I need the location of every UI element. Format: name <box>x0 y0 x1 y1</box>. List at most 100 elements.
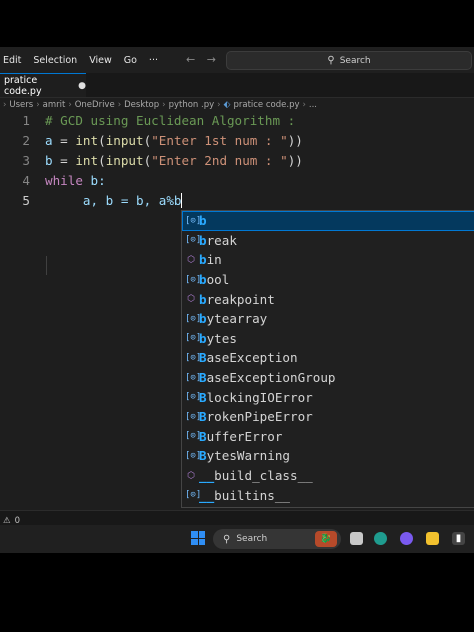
code-line-1[interactable]: # GCD using Euclidean Algorithm : <box>45 113 295 128</box>
windows-start-icon[interactable] <box>191 531 205 545</box>
line-number: 2 <box>22 133 30 148</box>
variable-symbol-icon: [⊙] <box>185 215 202 226</box>
suggestion-item[interactable]: [⊙] BaseException <box>182 348 474 368</box>
suggestion-item[interactable]: [⊙] b ool <box>182 270 474 290</box>
breadcrumb-users[interactable]: Users <box>9 100 33 110</box>
variable-symbol-icon: [⊙] <box>185 333 202 344</box>
modified-dot-icon[interactable]: ● <box>78 81 86 91</box>
suggestion-label: lockingIOError <box>206 389 313 405</box>
menu-selection[interactable]: Selection <box>27 55 83 66</box>
suggestion-item[interactable]: [⊙] BufferError <box>182 427 474 447</box>
suggestion-item[interactable]: [⊙] b <box>182 211 474 231</box>
suggestion-match: B <box>199 428 207 444</box>
suggestion-match: b <box>199 330 207 346</box>
suggestion-item[interactable]: [⊙] b reak <box>182 231 474 251</box>
copilot-icon[interactable] <box>400 532 413 545</box>
tab-label: pratice code.py <box>4 74 42 97</box>
line-number: 5 <box>22 193 30 208</box>
suggestion-match: B <box>199 350 207 366</box>
suggestion-match: b <box>199 272 207 288</box>
suggestion-label: ytearray <box>206 311 268 327</box>
suggestion-item[interactable]: ⬡ b in <box>182 250 474 270</box>
task-view-icon[interactable] <box>350 532 363 545</box>
menu-more[interactable]: ··· <box>143 55 164 66</box>
taskbar-search-label: Search <box>236 534 268 544</box>
suggestion-item[interactable]: ⬡ b reakpoint <box>182 289 474 309</box>
suggestion-match: b <box>199 311 207 327</box>
back-arrow-icon[interactable]: ← <box>186 53 195 66</box>
taskbar-search[interactable]: ⚲ Search 🐉 <box>213 529 341 549</box>
variable-symbol-icon: [⊙] <box>185 450 202 461</box>
code-line-2[interactable]: a = int(input("Enter 1st num : ")) <box>45 133 303 148</box>
suggestion-label: ytesWarning <box>206 448 290 464</box>
menu-edit[interactable]: Edit <box>0 55 27 66</box>
breadcrumb-symbols[interactable]: ... <box>309 100 317 110</box>
suggestion-label: ool <box>206 272 230 288</box>
suggestion-label: in <box>206 252 222 268</box>
suggestion-item[interactable]: [⊙] __ builtins__ <box>182 485 474 505</box>
variable-symbol-icon: [⊙] <box>185 392 202 403</box>
code-line-3[interactable]: b = int(input("Enter 2nd num : ")) <box>45 153 303 168</box>
suggestion-item[interactable]: [⊙] b ytearray <box>182 309 474 329</box>
search-label: Search <box>339 55 371 66</box>
command-center-search[interactable]: ⚲ Search <box>226 51 472 70</box>
suggestion-item[interactable]: [⊙] BlockingIOError <box>182 387 474 407</box>
module-symbol-icon: ⬡ <box>187 294 195 305</box>
variable-symbol-icon: [⊙] <box>185 235 202 246</box>
suggestion-match: B <box>199 448 207 464</box>
suggestion-label: aseExceptionGroup <box>206 370 336 386</box>
variable-symbol-icon: [⊙] <box>185 313 202 324</box>
nav-arrows: ← → <box>186 53 224 66</box>
autocomplete-list[interactable]: [⊙] b [⊙] b reak ⬡ b in [⊙] b ool ⬡ b reakpoint [⊙] b yt… <box>181 210 474 508</box>
suggestion-label: rokenPipeError <box>206 409 313 425</box>
variable-symbol-icon: [⊙] <box>185 372 202 383</box>
breadcrumb-amrit[interactable]: amrit <box>43 100 66 110</box>
module-symbol-icon: ⬡ <box>187 254 195 265</box>
suggestion-match: __ <box>199 487 215 503</box>
suggestion-label: builtins__ <box>214 487 290 503</box>
problem-count[interactable]: 0 <box>15 516 20 526</box>
suggestion-match: b <box>199 232 207 248</box>
breadcrumb-file[interactable]: pratice code.py <box>233 100 299 110</box>
suggestion-label: ytes <box>206 330 237 346</box>
code-line-4[interactable]: while b: <box>45 173 106 188</box>
text-cursor <box>181 193 183 208</box>
suggestion-label: reakpoint <box>206 291 275 307</box>
line-number: 3 <box>22 153 30 168</box>
suggestion-match: b <box>199 291 207 307</box>
suggestion-item[interactable]: [⊙] BrokenPipeError <box>182 407 474 427</box>
menu-view[interactable]: View <box>83 55 118 66</box>
breadcrumb-desktop[interactable]: Desktop <box>124 100 159 110</box>
breadcrumb-python[interactable]: python .py <box>169 100 215 110</box>
tab-pratice-code[interactable]: pratice code.py ● <box>0 73 86 97</box>
suggestion-match: __ <box>199 468 215 484</box>
suggestion-item[interactable]: [⊙] BytesWarning <box>182 446 474 466</box>
warning-icon[interactable]: ⚠ <box>3 516 11 526</box>
comment: # GCD using Euclidean Algorithm : <box>45 113 296 128</box>
variable-symbol-icon: [⊙] <box>185 352 202 363</box>
windows-taskbar: ⚲ Search 🐉 ▮ <box>0 525 474 553</box>
menu-go[interactable]: Go <box>118 55 143 66</box>
suggestion-label: ufferError <box>206 428 283 444</box>
suggestion-match: B <box>199 389 207 405</box>
breadcrumb-onedrive[interactable]: OneDrive <box>75 100 115 110</box>
suggestion-match: B <box>199 370 207 386</box>
forward-arrow-icon[interactable]: → <box>207 53 216 66</box>
terminal-icon[interactable]: ▮ <box>452 532 465 545</box>
suggestion-item[interactable]: [⊙] b ytes <box>182 329 474 349</box>
python-file-icon: ⬖ <box>223 100 231 110</box>
suggestion-item[interactable]: ⬡ __ build_class__ <box>182 466 474 486</box>
file-explorer-icon[interactable] <box>426 532 439 545</box>
line-number: 4 <box>22 173 30 188</box>
variable-symbol-icon: [⊙] <box>185 431 202 442</box>
module-symbol-icon: ⬡ <box>187 470 195 481</box>
code-line-5[interactable]: a, b = b, a%b <box>45 193 183 208</box>
suggestion-label: build_class__ <box>214 468 313 484</box>
variable-symbol-icon: [⊙] <box>185 274 202 285</box>
indent-guide <box>46 256 47 275</box>
editor-tabs: pratice code.py ● <box>0 73 474 98</box>
suggestion-item[interactable]: [⊙] BaseExceptionGroup <box>182 368 474 388</box>
search-highlight-icon: 🐉 <box>315 531 337 547</box>
edge-browser-icon[interactable] <box>374 532 387 545</box>
suggestion-label: aseException <box>206 350 298 366</box>
